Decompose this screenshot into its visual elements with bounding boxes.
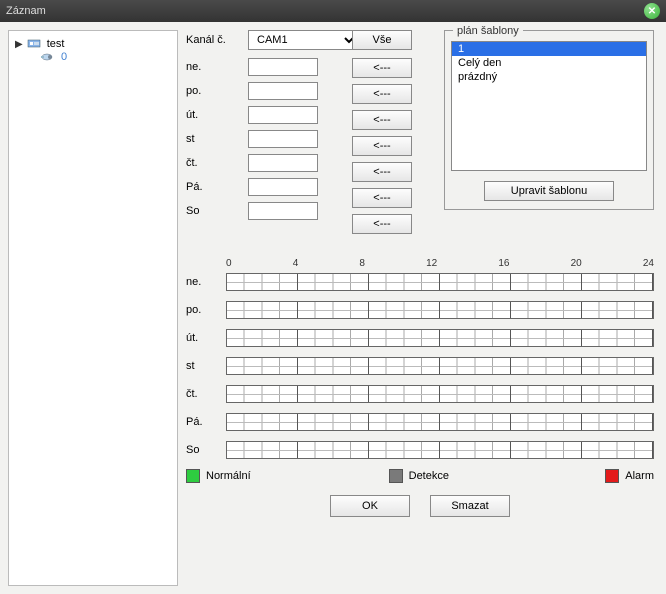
day-label: po. [186,85,240,97]
legend-alarm: Alarm [605,469,654,483]
day-input[interactable] [248,202,318,220]
timeline-day-label: ne. [186,276,226,288]
main-panel: Kanál č. CAM1 ne. po. út. st čt. Pá. So Vše <-… [186,30,658,586]
device-icon [27,38,43,50]
assign-arrow-button[interactable]: <--- [352,110,412,130]
assign-arrow-button[interactable]: <--- [352,58,412,78]
timeline-grid[interactable] [226,273,654,291]
legend-detect-swatch [389,469,403,483]
camera-icon [41,51,57,63]
assign-arrow-button[interactable]: <--- [352,214,412,234]
timeline-day-label: út. [186,332,226,344]
close-icon: ✕ [648,6,656,17]
template-item[interactable]: 1 [452,42,646,56]
delete-button[interactable]: Smazat [430,495,510,517]
arrow-row: <--- [352,110,412,130]
timeline-grid[interactable] [226,301,654,319]
tree-child-count: 0 [61,51,67,63]
day-label: So [186,205,240,217]
day-label: st [186,133,240,145]
bottom-buttons: OK Smazat [186,495,654,517]
arrow-column: Vše <--- <--- <--- <--- <--- <--- <--- [352,30,412,240]
axis-tick: 4 [293,258,299,269]
timeline-day-label: st [186,360,226,372]
arrow-row: <--- [352,188,412,208]
day-label: čt. [186,157,240,169]
templates-title: plán šablony [453,25,523,37]
day-input[interactable] [248,82,318,100]
timeline-axis: 0 4 8 12 16 20 24 [186,258,654,273]
titlebar: Záznam ✕ [0,0,666,22]
timeline-grid[interactable] [226,329,654,347]
day-input[interactable] [248,130,318,148]
timeline-day-label: čt. [186,388,226,400]
tree-root-label: test [47,38,65,50]
template-item[interactable]: Celý den [452,56,646,70]
legend-detect: Detekce [389,469,449,483]
legend-alarm-swatch [605,469,619,483]
arrow-row: <--- [352,58,412,78]
arrow-row: <--- [352,136,412,156]
axis-tick: 20 [571,258,582,269]
axis-tick: 8 [359,258,365,269]
arrow-row: <--- [352,84,412,104]
day-input[interactable] [248,106,318,124]
assign-arrow-button[interactable]: <--- [352,136,412,156]
day-label: út. [186,109,240,121]
templates-box: plán šablony 1Celý denprázdný Upravit ša… [444,30,654,210]
assign-arrow-button[interactable]: <--- [352,188,412,208]
timeline-row: ne. [186,273,654,291]
timeline-row: út. [186,329,654,347]
body: ▶ test 0 Kanál č. CAM1 [0,22,666,594]
timeline-day-label: Pá. [186,416,226,428]
day-input[interactable] [248,154,318,172]
timeline-day-label: So [186,444,226,456]
window-title: Záznam [6,5,46,17]
template-list[interactable]: 1Celý denprázdný [451,41,647,171]
legend-normal-swatch [186,469,200,483]
day-label: ne. [186,61,240,73]
edit-template-button[interactable]: Upravit šablonu [484,181,614,201]
legend-alarm-label: Alarm [625,470,654,482]
timeline-row: čt. [186,385,654,403]
axis-tick: 24 [643,258,654,269]
all-button[interactable]: Vše [352,30,412,50]
day-input[interactable] [248,58,318,76]
channel-label: Kanál č. [186,34,240,46]
timeline-day-label: po. [186,304,226,316]
tree-root[interactable]: ▶ test [13,37,173,51]
legend-normal-label: Normální [206,470,251,482]
axis-tick: 12 [426,258,437,269]
timeline-row: st [186,357,654,375]
timeline-grid[interactable] [226,441,654,459]
timeline-row: So [186,441,654,459]
window: Záznam ✕ ▶ test 0 [0,0,666,594]
axis-tick: 0 [226,258,232,269]
channel-select[interactable]: CAM1 [248,30,358,50]
timeline-row: po. [186,301,654,319]
timeline-section: 0 4 8 12 16 20 24 ne. po. út. st čt. Pá. So Normální… [186,258,654,517]
template-item[interactable]: prázdný [452,70,646,84]
day-input[interactable] [248,178,318,196]
tree-expand-icon: ▶ [15,39,23,50]
legend-normal: Normální [186,469,251,483]
timeline-grid[interactable] [226,385,654,403]
axis-tick: 16 [498,258,509,269]
day-label: Pá. [186,181,240,193]
legend: Normální Detekce Alarm [186,469,654,483]
timeline-grid[interactable] [226,413,654,431]
arrow-row: <--- [352,162,412,182]
arrow-row: <--- [352,214,412,234]
timeline-row: Pá. [186,413,654,431]
tree-child[interactable]: 0 [41,51,173,63]
assign-arrow-button[interactable]: <--- [352,84,412,104]
tree-panel: ▶ test 0 [8,30,178,586]
legend-detect-label: Detekce [409,470,449,482]
close-button[interactable]: ✕ [644,3,660,19]
ok-button[interactable]: OK [330,495,410,517]
assign-arrow-button[interactable]: <--- [352,162,412,182]
timeline-grid[interactable] [226,357,654,375]
